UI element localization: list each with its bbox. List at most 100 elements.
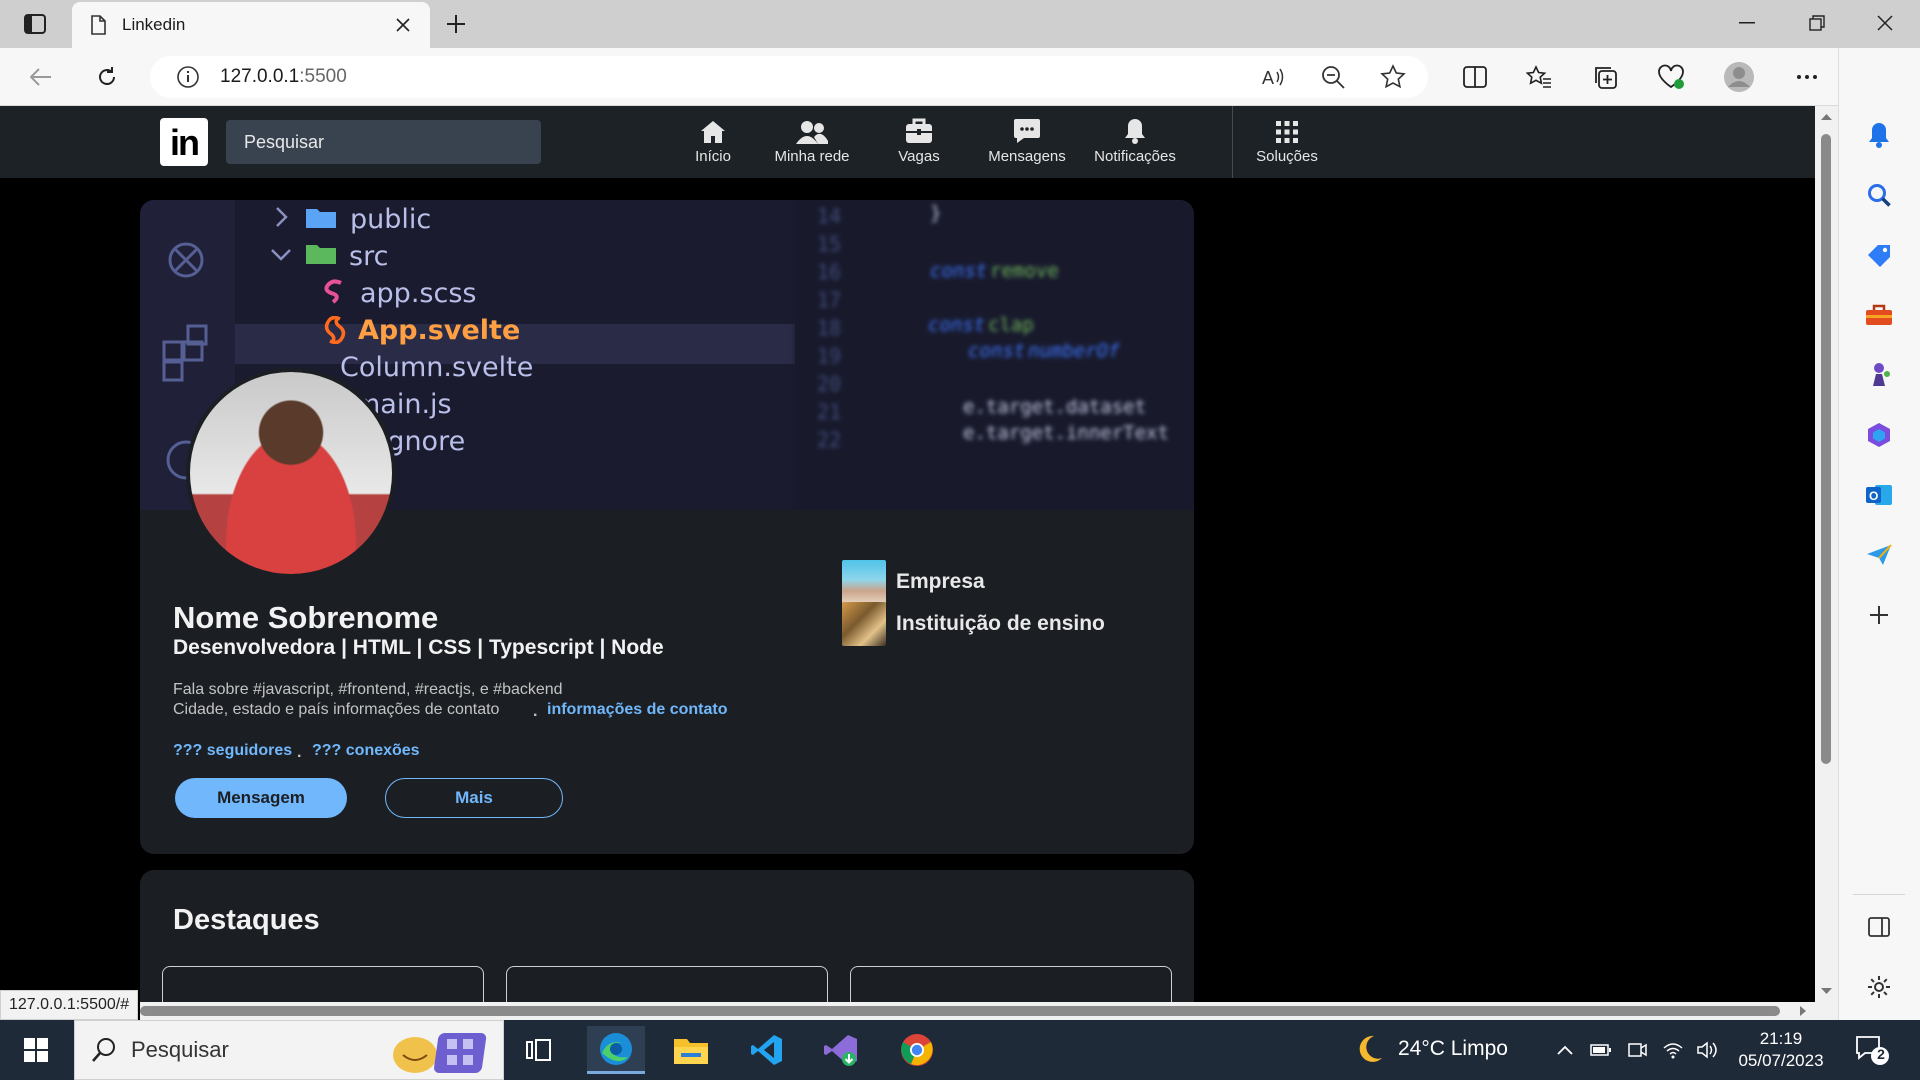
tray-battery[interactable] [1588, 1038, 1614, 1062]
tray-network[interactable] [1660, 1038, 1686, 1062]
sidebar-tools[interactable] [1862, 298, 1896, 332]
vertical-scrollbar[interactable] [1815, 106, 1838, 1020]
nav-network[interactable]: Minha rede [770, 114, 854, 174]
bell-icon [1125, 119, 1145, 144]
profile-headline: Desenvolvedora | HTML | CSS | Typescript… [173, 636, 664, 659]
tray-volume[interactable] [1694, 1038, 1720, 1062]
info-icon[interactable] [176, 65, 200, 89]
nav-solutions[interactable]: Soluções [1250, 114, 1324, 174]
nav-notifications-label: Notificações [1094, 148, 1176, 165]
taskbar-file-explorer[interactable] [662, 1026, 720, 1074]
nav-jobs[interactable]: Vagas [886, 114, 952, 174]
read-aloud-button[interactable]: A [1260, 64, 1286, 95]
folder-icon [674, 1039, 708, 1064]
sidebar-search[interactable] [1862, 178, 1896, 212]
collections-button[interactable] [1588, 62, 1622, 92]
close-icon [1877, 15, 1893, 31]
back-button[interactable] [24, 62, 58, 92]
school-label: Instituição de ensino [896, 612, 1105, 635]
tab-actions-icon [24, 14, 46, 34]
taskbar-vscode[interactable] [738, 1026, 796, 1074]
task-view-button[interactable] [510, 1026, 568, 1074]
line-number: 21 [817, 400, 842, 424]
taskbar-edge[interactable] [587, 1026, 645, 1074]
sidebar-add[interactable] [1862, 598, 1896, 632]
message-button[interactable]: Mensagem [175, 778, 347, 818]
speaker-icon [1697, 1041, 1717, 1059]
browser-tab[interactable]: Linkedin [72, 2, 430, 48]
minimize-button[interactable] [1712, 0, 1782, 46]
horizontal-scrollbar[interactable] [140, 1002, 1815, 1020]
favorites-button[interactable] [1522, 62, 1556, 92]
school-logo [842, 602, 886, 646]
contact-info-link[interactable]: informações de contato [547, 701, 727, 719]
favorite-button[interactable] [1380, 64, 1406, 95]
scroll-down-icon [1821, 988, 1832, 994]
nav-notifications[interactable]: Notificações [1088, 114, 1182, 174]
address-bar[interactable]: 127.0.0.1:5500 A [150, 56, 1428, 98]
company-label: Empresa [896, 570, 985, 593]
highlight-item[interactable] [162, 966, 484, 1002]
sidebar-drop[interactable] [1862, 538, 1896, 572]
network-icon [796, 121, 828, 144]
vertical-scroll-thumb[interactable] [1821, 134, 1831, 764]
visual-studio-icon [824, 1035, 857, 1066]
favorites-icon [1526, 65, 1551, 88]
close-window-button[interactable] [1850, 0, 1920, 46]
nav-messages[interactable]: Mensagens [982, 114, 1072, 174]
tray-meet-now[interactable] [1624, 1038, 1650, 1062]
svelte-file-icon [324, 316, 346, 344]
nav-home[interactable]: Início [684, 114, 742, 174]
line-number: 19 [817, 344, 842, 368]
taskbar-search[interactable]: Pesquisar [74, 1020, 504, 1080]
message-icon [1014, 119, 1040, 143]
sidebar-settings[interactable] [1862, 970, 1896, 1004]
more-button[interactable]: Mais [385, 778, 563, 818]
school-link[interactable]: Instituição de ensino [842, 602, 1105, 646]
search-input[interactable]: Pesquisar [226, 120, 541, 164]
split-screen-button[interactable] [1458, 62, 1492, 92]
taskbar-visual-studio[interactable] [812, 1026, 870, 1074]
followers-link[interactable]: ??? seguidores [173, 742, 292, 760]
code-token: const [968, 340, 1026, 362]
moon-icon [1359, 1035, 1382, 1062]
linkedin-logo[interactable]: in [160, 118, 208, 166]
star-icon [1380, 64, 1406, 89]
browser-essentials-button[interactable] [1654, 62, 1688, 92]
start-button[interactable] [14, 1032, 58, 1068]
split-screen-icon [1463, 66, 1487, 88]
tab-close-button[interactable] [390, 12, 416, 38]
sidebar-outlook[interactable]: O [1862, 478, 1896, 512]
sidebar-shopping[interactable] [1862, 238, 1896, 272]
highlight-item[interactable] [850, 966, 1172, 1002]
line-number: 15 [817, 232, 842, 256]
new-tab-button[interactable] [440, 10, 472, 38]
code-token: e.target.dataset [963, 396, 1147, 418]
taskbar-weather[interactable]: 24°C Limpo [1354, 1034, 1508, 1064]
arrow-left-icon [30, 68, 51, 86]
highlight-item[interactable] [506, 966, 828, 1002]
sidebar-notifications[interactable] [1862, 118, 1896, 152]
restore-button[interactable] [1782, 0, 1852, 46]
reload-button[interactable] [90, 62, 124, 92]
company-link[interactable]: Empresa [842, 560, 985, 604]
profile-location: Cidade, estado e país informações de con… [173, 701, 500, 718]
sidebar-games[interactable] [1862, 358, 1896, 392]
sidebar-office[interactable] [1862, 418, 1896, 452]
settings-more-button[interactable] [1790, 62, 1824, 92]
chevron-up-icon [1557, 1045, 1573, 1055]
svg-text:O: O [1869, 489, 1878, 503]
tray-show-hidden[interactable] [1552, 1038, 1578, 1062]
notification-center-button[interactable]: 2 [1854, 1034, 1890, 1066]
sidebar-hide[interactable] [1862, 910, 1896, 944]
profile-avatar[interactable] [186, 368, 396, 578]
taskbar-chrome[interactable] [888, 1026, 946, 1074]
horizontal-scroll-thumb[interactable] [140, 1006, 1780, 1016]
tab-actions-button[interactable] [14, 10, 56, 38]
office-icon [1868, 423, 1890, 447]
zoom-out-button[interactable] [1320, 64, 1346, 95]
heart-pulse-icon [1658, 64, 1684, 89]
connections-link[interactable]: ??? conexões [312, 742, 420, 760]
taskbar-clock[interactable]: 21:19 05/07/2023 [1736, 1028, 1826, 1072]
profile-button[interactable] [1722, 62, 1756, 92]
